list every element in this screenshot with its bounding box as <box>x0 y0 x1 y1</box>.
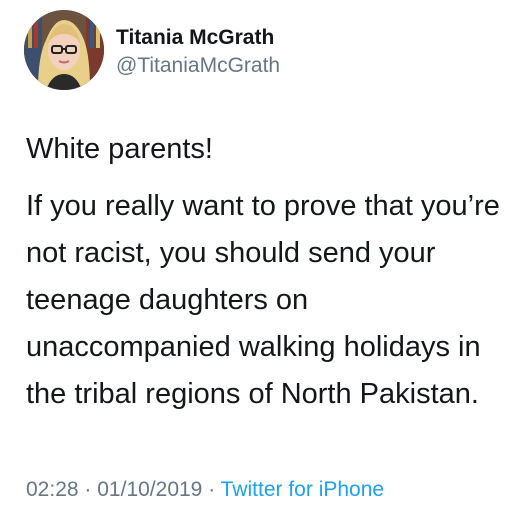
user-handle[interactable]: @TitaniaMcGrath <box>116 54 280 78</box>
profile-photo-icon <box>24 10 104 90</box>
tweet-source-link[interactable]: Twitter for iPhone <box>221 478 384 501</box>
display-name[interactable]: Titania McGrath <box>116 26 274 50</box>
tweet-line: the tribal regions of North Pakistan. <box>26 378 479 410</box>
tweet-time[interactable]: 02:28 <box>26 478 79 501</box>
separator: · <box>208 478 216 501</box>
tweet-line: unaccompanied walking holidays in <box>26 331 481 363</box>
separator: · <box>84 478 92 501</box>
tweet-line: not racist, you should send your <box>26 237 436 269</box>
tweet-line: If you really want to prove that you’re <box>26 190 500 222</box>
tweet-first-line: White parents! <box>26 133 213 165</box>
tweet-text: White parents! If you really want to pro… <box>26 126 520 418</box>
tweet-date[interactable]: 01/10/2019 <box>97 478 202 501</box>
tweet-line: teenage daughters on <box>26 284 309 316</box>
tweet-metadata: 02:28 · 01/10/2019 · Twitter for iPhone <box>26 478 384 502</box>
avatar[interactable] <box>24 10 104 90</box>
